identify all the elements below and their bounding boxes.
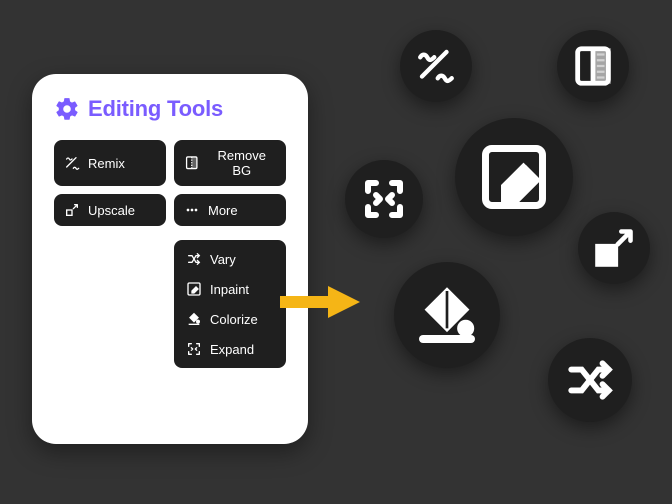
vary-icon	[186, 251, 202, 267]
upscale-label: Upscale	[88, 203, 135, 218]
upscale-button[interactable]: Upscale	[54, 194, 166, 226]
editing-tools-panel: Editing Tools Remix Remove BG Upscale M	[32, 74, 308, 444]
colorize-icon	[186, 311, 202, 327]
inpaint-icon	[186, 281, 202, 297]
inpaint-label: Inpaint	[210, 282, 249, 297]
removebg-button[interactable]: Remove BG	[174, 140, 286, 186]
remix-button[interactable]: Remix	[54, 140, 166, 186]
remix-label: Remix	[88, 156, 125, 171]
inpaint-bubble	[455, 118, 573, 236]
removebg-bubble	[557, 30, 629, 102]
upscale-bubble	[578, 212, 650, 284]
more-icon	[184, 202, 200, 218]
removebg-label: Remove BG	[207, 148, 276, 178]
more-button[interactable]: More	[174, 194, 286, 226]
remix-bubble	[400, 30, 472, 102]
more-dropdown: Vary Inpaint Colorize Expand	[174, 240, 286, 368]
removebg-icon	[184, 155, 199, 171]
expand-bubble	[345, 160, 423, 238]
colorize-item[interactable]: Colorize	[174, 304, 286, 334]
vary-bubble	[548, 338, 632, 422]
remix-icon	[64, 155, 80, 171]
arrow-icon	[280, 282, 360, 322]
expand-icon	[186, 341, 202, 357]
more-label: More	[208, 203, 238, 218]
colorize-bubble	[394, 262, 500, 368]
page-title: Editing Tools	[88, 96, 223, 122]
inpaint-item[interactable]: Inpaint	[174, 274, 286, 304]
panel-header: Editing Tools	[54, 96, 286, 122]
gear-icon	[54, 96, 80, 122]
colorize-label: Colorize	[210, 312, 258, 327]
tool-grid: Remix Remove BG Upscale More	[54, 140, 286, 368]
expand-item[interactable]: Expand	[174, 334, 286, 364]
upscale-icon	[64, 202, 80, 218]
expand-label: Expand	[210, 342, 254, 357]
vary-item[interactable]: Vary	[174, 244, 286, 274]
vary-label: Vary	[210, 252, 236, 267]
